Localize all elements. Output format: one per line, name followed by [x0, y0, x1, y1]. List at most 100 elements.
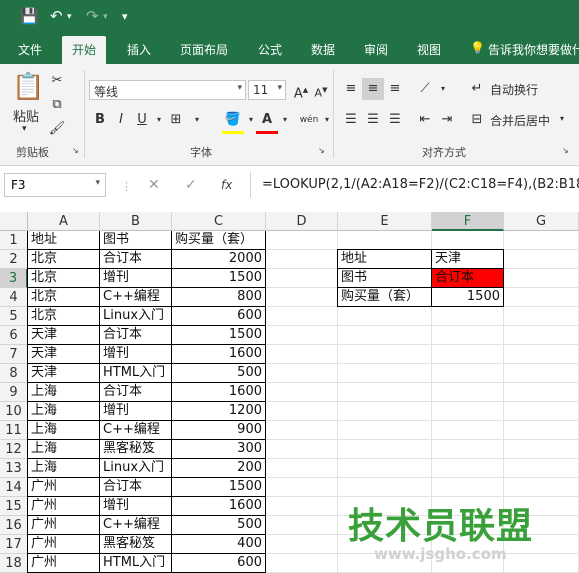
cell-g13[interactable] [504, 459, 579, 478]
merge-center-icon[interactable]: ⊟ [466, 109, 488, 131]
clipboard-launcher-icon[interactable]: ↘ [72, 146, 79, 155]
cell-c16[interactable]: 500 [172, 516, 266, 535]
font-launcher-icon[interactable]: ↘ [318, 146, 325, 155]
chevron-down-icon[interactable]: ▾ [274, 109, 296, 131]
cell-b4[interactable]: C++编程 [100, 288, 172, 307]
cell-d11[interactable] [266, 421, 338, 440]
cell-e12[interactable] [338, 440, 432, 459]
cell-b6[interactable]: 合订本 [100, 326, 172, 345]
cell-c2[interactable]: 2000 [172, 250, 266, 269]
tab-review[interactable]: 审阅 [364, 41, 388, 58]
cancel-icon[interactable]: ✕ [148, 177, 160, 193]
row-header-3[interactable]: 3 [0, 269, 28, 288]
align-right-icon[interactable]: ☰ [384, 109, 406, 131]
cell-c11[interactable]: 900 [172, 421, 266, 440]
increase-indent-icon[interactable]: ⇥ [436, 109, 458, 131]
cell-a1[interactable]: 地址 [28, 231, 100, 250]
cell-c12[interactable]: 300 [172, 440, 266, 459]
cell-g9[interactable] [504, 383, 579, 402]
tell-me-box[interactable]: 告诉我你想要做什么 [488, 41, 579, 58]
cell-b14[interactable]: 合订本 [100, 478, 172, 497]
cell-a4[interactable]: 北京 [28, 288, 100, 307]
format-painter-icon[interactable]: 🖌 [46, 118, 68, 140]
cell-b15[interactable]: 增刊 [100, 497, 172, 516]
row-header-4[interactable]: 4 [0, 288, 28, 307]
cell-b7[interactable]: 增刊 [100, 345, 172, 364]
cell-g3[interactable] [504, 269, 579, 288]
cell-b11[interactable]: C++编程 [100, 421, 172, 440]
decrease-font-icon[interactable]: A▼ [310, 79, 332, 101]
cell-b12[interactable]: 黑客秘笈 [100, 440, 172, 459]
align-middle-icon[interactable]: ≡ [362, 78, 384, 100]
select-all-corner[interactable] [0, 212, 28, 231]
tab-page-layout[interactable]: 页面布局 [180, 41, 228, 58]
cell-e7[interactable] [338, 345, 432, 364]
customize-qat-icon[interactable]: ▾ [122, 10, 128, 23]
undo-dropdown-icon[interactable]: ▾ [67, 12, 72, 22]
cell-g5[interactable] [504, 307, 579, 326]
cell-b3[interactable]: 增刊 [100, 269, 172, 288]
cell-e14[interactable] [338, 478, 432, 497]
redo-icon[interactable]: ↷ [86, 7, 99, 25]
tab-data[interactable]: 数据 [311, 41, 335, 58]
cell-d6[interactable] [266, 326, 338, 345]
cell-b10[interactable]: 增刊 [100, 402, 172, 421]
cell-f8[interactable] [432, 364, 504, 383]
save-icon[interactable]: 💾 [20, 7, 39, 25]
cell-g2[interactable] [504, 250, 579, 269]
cell-g10[interactable] [504, 402, 579, 421]
cell-e6[interactable] [338, 326, 432, 345]
tab-home[interactable]: 开始 [62, 36, 107, 64]
cell-g6[interactable] [504, 326, 579, 345]
cell-c3[interactable]: 1500 [172, 269, 266, 288]
cell-a13[interactable]: 上海 [28, 459, 100, 478]
font-size-combo[interactable]: 11 ▾ [248, 80, 286, 100]
copy-icon[interactable]: ⧉ [46, 94, 68, 116]
column-header-a[interactable]: A [28, 212, 100, 231]
row-header-13[interactable]: 13 [0, 459, 28, 478]
row-header-10[interactable]: 10 [0, 402, 28, 421]
cell-e9[interactable] [338, 383, 432, 402]
cell-d3[interactable] [266, 269, 338, 288]
cell-f14[interactable] [432, 478, 504, 497]
redo-dropdown-icon[interactable]: ▾ [103, 12, 108, 22]
cell-c5[interactable]: 600 [172, 307, 266, 326]
cell-d13[interactable] [266, 459, 338, 478]
merge-center-button[interactable]: 合并后居中 [490, 112, 550, 129]
borders-icon[interactable]: ⊞ [165, 109, 187, 131]
tab-insert[interactable]: 插入 [127, 41, 151, 58]
cell-c8[interactable]: 500 [172, 364, 266, 383]
undo-icon[interactable]: ↶ [50, 7, 63, 25]
bold-button[interactable]: B [89, 109, 111, 131]
cell-c17[interactable]: 400 [172, 535, 266, 554]
wrap-text-button[interactable]: 自动换行 [490, 81, 538, 98]
row-header-9[interactable]: 9 [0, 383, 28, 402]
cell-d5[interactable] [266, 307, 338, 326]
cell-c14[interactable]: 1500 [172, 478, 266, 497]
cell-g4[interactable] [504, 288, 579, 307]
cell-d1[interactable] [266, 231, 338, 250]
column-header-g[interactable]: G [504, 212, 579, 231]
cell-b17[interactable]: 黑客秘笈 [100, 535, 172, 554]
cell-f6[interactable] [432, 326, 504, 345]
cell-d10[interactable] [266, 402, 338, 421]
cell-e4[interactable]: 购买量（套） [338, 288, 432, 307]
cell-a3[interactable]: 北京 [28, 269, 100, 288]
column-header-f[interactable]: F [432, 212, 504, 231]
cell-c18[interactable]: 600 [172, 554, 266, 573]
cell-d14[interactable] [266, 478, 338, 497]
column-header-c[interactable]: C [172, 212, 266, 231]
chevron-down-icon[interactable]: ▾ [316, 109, 338, 131]
cell-e13[interactable] [338, 459, 432, 478]
paste-dropdown-icon[interactable]: ▾ [22, 124, 27, 134]
chevron-down-icon[interactable]: ▾ [432, 78, 454, 100]
chevron-down-icon[interactable]: ▾ [560, 114, 564, 123]
chevron-down-icon[interactable]: ▾ [186, 109, 208, 131]
cell-a15[interactable]: 广州 [28, 497, 100, 516]
align-top-icon[interactable]: ≡ [340, 78, 362, 100]
cell-f13[interactable] [432, 459, 504, 478]
cell-f4[interactable]: 1500 [432, 288, 504, 307]
cell-f10[interactable] [432, 402, 504, 421]
cell-f12[interactable] [432, 440, 504, 459]
row-header-5[interactable]: 5 [0, 307, 28, 326]
